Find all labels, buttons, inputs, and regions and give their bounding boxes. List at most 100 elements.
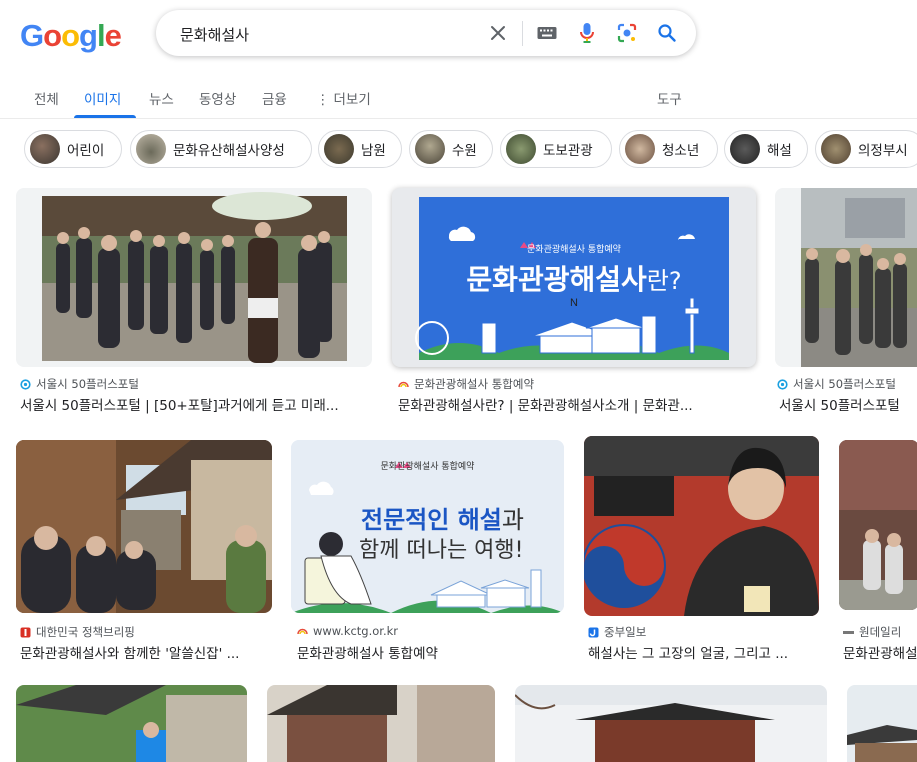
pavilion-photo bbox=[847, 685, 917, 762]
source-name: 중부일보 bbox=[604, 625, 647, 639]
image-thumbnail[interactable]: N 문화관광해설사 통합예약 문화관광해설사란? bbox=[392, 188, 756, 367]
poster-headline-main: 문화관광해설사 bbox=[466, 263, 647, 296]
image-thumbnail[interactable] bbox=[515, 685, 827, 762]
chip-thumbnail bbox=[30, 134, 60, 164]
chip-thumbnail bbox=[415, 134, 445, 164]
joongboo-icon bbox=[588, 627, 599, 638]
result-source[interactable]: 문화관광해설사 통합예약 bbox=[398, 376, 748, 392]
result-source[interactable]: 원데일리 bbox=[843, 624, 917, 640]
image-thumbnail[interactable] bbox=[267, 685, 495, 762]
favicon-icon bbox=[777, 378, 788, 390]
logo-letter: G bbox=[20, 18, 44, 53]
result-title[interactable]: 서울시 50플러스포털 bbox=[779, 394, 917, 414]
svg-text:N: N bbox=[570, 297, 578, 309]
chip-label: 해설 bbox=[767, 143, 792, 159]
source-name: 서울시 50플러스포털 bbox=[793, 377, 896, 391]
chip-label: 의정부시 bbox=[858, 143, 908, 159]
poster-brand: 문화관광해설사 통합예약 bbox=[527, 245, 621, 255]
source-name: 서울시 50플러스포털 bbox=[36, 377, 139, 391]
search-icon[interactable] bbox=[656, 22, 678, 44]
image-thumbnail[interactable] bbox=[16, 685, 247, 762]
result-title[interactable]: 문화관광해설사와 함께한 '알쓸신잡' ... bbox=[20, 642, 272, 662]
tab-finance[interactable]: 금융 bbox=[262, 88, 287, 108]
image-thumbnail[interactable] bbox=[16, 188, 372, 367]
hanok-tour-photo bbox=[16, 440, 272, 613]
chip-children[interactable]: 어린이 bbox=[24, 130, 122, 168]
tab-videos[interactable]: 동영상 bbox=[199, 88, 236, 108]
palace-gate-photo bbox=[267, 685, 495, 762]
chip-label: 도보관광 bbox=[543, 143, 593, 159]
chip-thumbnail bbox=[506, 134, 536, 164]
tour-group-photo bbox=[839, 440, 917, 610]
search-divider bbox=[522, 21, 523, 46]
tab-more-label: 더보기 bbox=[333, 92, 371, 108]
active-tab-indicator bbox=[74, 115, 136, 118]
poster-headline: 문화관광해설사란? bbox=[392, 258, 756, 298]
chip-namwon[interactable]: 남원 bbox=[318, 130, 402, 168]
source-name: www.kctg.or.kr bbox=[313, 624, 399, 638]
result-source[interactable]: www.kctg.or.kr bbox=[297, 624, 562, 638]
onedaily-icon bbox=[843, 627, 854, 638]
chip-interpretation[interactable]: 해설 bbox=[724, 130, 808, 168]
image-thumbnail[interactable]: 문화관광해설사 통합예약 전문적인 해설과 함께 떠나는 여행! bbox=[291, 440, 564, 613]
chip-label: 수원 bbox=[452, 143, 477, 159]
logo-letter: e bbox=[104, 18, 122, 53]
tour-group-photo bbox=[42, 192, 347, 363]
chip-walking-tour[interactable]: 도보관광 bbox=[500, 130, 612, 168]
image-thumbnail[interactable] bbox=[847, 685, 917, 762]
keyboard-icon[interactable] bbox=[536, 22, 558, 44]
search-input[interactable] bbox=[178, 10, 482, 58]
favicon-icon bbox=[20, 378, 31, 390]
source-name: 대한민국 정책브리핑 bbox=[36, 625, 135, 639]
image-thumbnail[interactable] bbox=[584, 436, 819, 616]
result-source[interactable]: 서울시 50플러스포털 bbox=[777, 376, 917, 392]
palace-photo bbox=[515, 685, 827, 762]
result-title[interactable]: 문화관광해설사란? | 문화관광해설사소개 | 문화관... bbox=[398, 394, 743, 414]
result-title[interactable]: 문화관광해설 bbox=[843, 642, 917, 662]
chip-label: 남원 bbox=[361, 143, 386, 159]
poster-line-1c: 과 bbox=[501, 506, 524, 534]
result-title[interactable]: 문화관광해설사 통합예약 bbox=[297, 642, 562, 662]
image-thumbnail[interactable] bbox=[16, 440, 272, 613]
source-name: 문화관광해설사 통합예약 bbox=[414, 377, 535, 391]
chip-thumbnail bbox=[136, 134, 166, 164]
poster-line-1a: 전문적인 bbox=[361, 506, 458, 534]
result-title[interactable]: 서울시 50플러스포털 | [50+포탈]과거에게 듣고 미래... bbox=[20, 394, 370, 414]
chip-thumbnail bbox=[625, 134, 655, 164]
tools-button[interactable]: 도구 bbox=[657, 88, 682, 108]
chip-thumbnail bbox=[324, 134, 354, 164]
chip-heritage-training[interactable]: 문화유산해설사양성 bbox=[130, 130, 312, 168]
clear-icon[interactable] bbox=[487, 22, 509, 44]
chip-uijeongbu[interactable]: 의정부시 bbox=[815, 130, 917, 168]
logo-letter: l bbox=[96, 18, 106, 53]
briefing-icon bbox=[20, 627, 31, 638]
rainbow-icon bbox=[297, 626, 308, 637]
image-thumbnail[interactable] bbox=[775, 188, 917, 367]
hanok-tour-photo bbox=[16, 685, 247, 762]
more-vert-icon: ⋮ bbox=[316, 92, 330, 108]
chip-youth[interactable]: 청소년 bbox=[619, 130, 718, 168]
chip-label: 청소년 bbox=[662, 143, 700, 159]
result-source[interactable]: 대한민국 정책브리핑 bbox=[20, 624, 272, 640]
image-thumbnail[interactable] bbox=[839, 440, 917, 610]
result-source[interactable]: 중부일보 bbox=[588, 624, 818, 640]
refinement-chips: 어린이 문화유산해설사양성 남원 수원 도보관광 청소년 해설 의정부시 bbox=[0, 130, 917, 170]
tab-news[interactable]: 뉴스 bbox=[149, 88, 174, 108]
poster-headline-suffix: 란? bbox=[646, 267, 682, 295]
tab-more[interactable]: ⋮ 더보기 bbox=[316, 88, 371, 108]
tab-all[interactable]: 전체 bbox=[34, 88, 59, 108]
guide-portrait-photo bbox=[584, 436, 819, 616]
microphone-icon[interactable] bbox=[576, 22, 598, 44]
search-box[interactable] bbox=[156, 10, 696, 58]
chip-suwon[interactable]: 수원 bbox=[409, 130, 493, 168]
source-name: 원데일리 bbox=[859, 625, 902, 639]
result-title[interactable]: 해설사는 그 고장의 얼굴, 그리고 ... bbox=[588, 642, 818, 662]
search-tabs: 전체 이미지 뉴스 동영상 금융 ⋮ 더보기 도구 bbox=[0, 84, 917, 119]
chip-thumbnail bbox=[730, 134, 760, 164]
google-logo[interactable]: Google bbox=[20, 18, 122, 54]
chip-thumbnail bbox=[821, 134, 851, 164]
lens-icon[interactable] bbox=[616, 22, 638, 44]
result-source[interactable]: 서울시 50플러스포털 bbox=[20, 376, 370, 392]
logo-letter: o bbox=[61, 18, 80, 53]
tab-images[interactable]: 이미지 bbox=[84, 88, 121, 108]
